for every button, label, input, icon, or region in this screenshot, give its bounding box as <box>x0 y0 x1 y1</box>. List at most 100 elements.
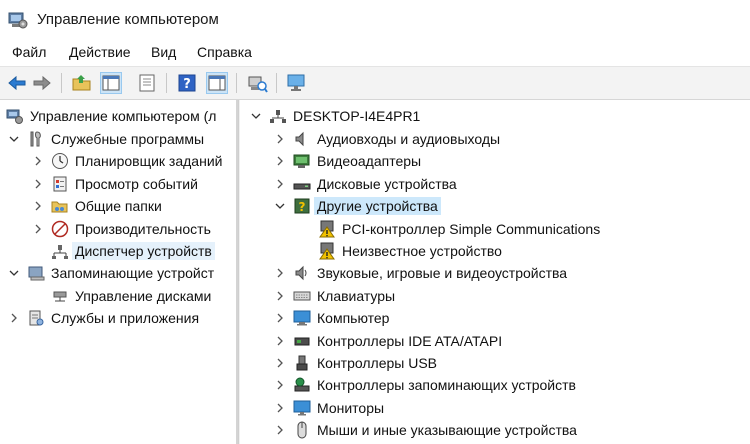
device-category-audio-io[interactable]: Аудиовходы и аудиовыходы <box>274 128 500 150</box>
device-category-ide[interactable]: Контроллеры IDE ATA/ATAPI <box>274 330 502 352</box>
computer-management-icon <box>8 10 28 30</box>
help-icon[interactable]: ? <box>176 72 198 94</box>
speaker-icon <box>293 130 311 148</box>
menu-file[interactable]: Файл <box>12 44 46 60</box>
device-category-sound[interactable]: Звуковые, игровые и видеоустройства <box>274 262 567 284</box>
chevron-right-icon[interactable] <box>274 290 286 302</box>
chevron-right-icon[interactable] <box>274 267 286 279</box>
chevron-right-icon[interactable] <box>32 223 44 235</box>
tree-item-device-manager[interactable]: Диспетчер устройств <box>51 240 215 262</box>
tree-item-event-viewer[interactable]: Просмотр событий <box>32 173 198 195</box>
chevron-right-icon[interactable] <box>274 178 286 190</box>
chevron-right-icon[interactable] <box>274 402 286 414</box>
chevron-right-icon[interactable] <box>32 155 44 167</box>
storage-controller-icon <box>293 376 311 394</box>
chevron-right-icon[interactable] <box>274 312 286 324</box>
device-category-label: Мыши и иные указывающие устройства <box>317 422 577 438</box>
device-category-other-devices[interactable]: ? Другие устройства <box>274 195 441 217</box>
menu-bar: Файл Действие Вид Справка <box>0 40 750 66</box>
device-unknown-device[interactable]: Неизвестное устройство <box>318 240 502 262</box>
device-category-label: Контроллеры USB <box>317 355 437 371</box>
tree-item-label: Управление компьютером (л <box>30 108 217 124</box>
tree-item-storage[interactable]: Запоминающие устройст <box>8 262 214 284</box>
chevron-right-icon[interactable] <box>274 379 286 391</box>
monitor-icon[interactable] <box>285 72 307 94</box>
device-category-video-adapters[interactable]: Видеоадаптеры <box>274 150 421 172</box>
tree-item-computer-management[interactable]: Управление компьютером (л <box>6 105 216 127</box>
tree-item-services-apps[interactable]: Службы и приложения <box>8 307 199 329</box>
console-tree: Управление компьютером (л Служебные прог… <box>0 100 238 444</box>
device-category-mice[interactable]: Мыши и иные указывающие устройства <box>274 419 577 441</box>
chevron-right-icon[interactable] <box>274 357 286 369</box>
performance-icon <box>51 220 69 238</box>
monitor-icon <box>293 399 311 417</box>
device-pci-controller[interactable]: PCI-контроллер Simple Communications <box>318 218 600 240</box>
menu-action[interactable]: Действие <box>69 44 131 60</box>
tree-item-label: Просмотр событий <box>75 176 198 192</box>
chevron-right-icon[interactable] <box>274 155 286 167</box>
chevron-down-icon[interactable] <box>8 133 20 145</box>
services-icon <box>27 309 45 327</box>
show-hide-tree-icon[interactable] <box>100 72 122 94</box>
warning-device-icon <box>318 220 336 238</box>
device-category-keyboards[interactable]: Клавиатуры <box>274 285 395 307</box>
tree-item-label: Службы и приложения <box>51 310 200 326</box>
unknown-device-icon: ? <box>293 197 311 215</box>
keyboard-icon <box>293 287 311 305</box>
event-log-icon <box>51 175 69 193</box>
chevron-right-icon[interactable] <box>274 424 286 436</box>
forward-arrow-icon[interactable] <box>31 72 53 94</box>
device-category-label: Компьютер <box>317 310 390 326</box>
chevron-down-icon[interactable] <box>250 110 262 122</box>
tree-item-label: Запоминающие устройст <box>51 265 215 281</box>
tree-item-label: Планировщик заданий <box>75 153 223 169</box>
device-category-label: Мониторы <box>317 400 385 416</box>
chevron-down-icon[interactable] <box>274 200 286 212</box>
tree-item-label: Управление дисками <box>75 288 212 304</box>
tree-item-label: Производительность <box>75 221 211 237</box>
chevron-right-icon[interactable] <box>274 133 286 145</box>
menu-view[interactable]: Вид <box>151 44 176 60</box>
device-category-label: Аудиовходы и аудиовыходы <box>317 131 501 147</box>
device-category-usb[interactable]: Контроллеры USB <box>274 352 437 374</box>
toolbar: ? <box>0 66 750 100</box>
device-category-computer[interactable]: Компьютер <box>274 307 389 329</box>
tree-item-label: Служебные программы <box>51 131 205 147</box>
tree-item-task-scheduler[interactable]: Планировщик заданий <box>32 150 222 172</box>
svg-text:?: ? <box>183 77 191 92</box>
chevron-right-icon[interactable] <box>32 200 44 212</box>
tree-item-performance[interactable]: Производительность <box>32 218 211 240</box>
device-category-storage-controllers[interactable]: Контроллеры запоминающих устройств <box>274 374 576 396</box>
device-category-label: Контроллеры запоминающих устройств <box>317 377 576 393</box>
toolbar-separator <box>166 73 167 93</box>
computer-name: DESKTOP-I4E4PR1 <box>293 108 421 124</box>
up-folder-icon[interactable] <box>71 72 93 94</box>
tree-item-system-tools[interactable]: Служебные программы <box>8 128 204 150</box>
disk-drive-icon <box>293 175 311 193</box>
chevron-right-icon[interactable] <box>274 335 286 347</box>
scan-hardware-icon[interactable] <box>246 72 268 94</box>
device-tree-root[interactable]: DESKTOP-I4E4PR1 <box>250 105 420 127</box>
computer-icon <box>293 309 311 327</box>
device-manager-icon <box>51 242 69 260</box>
menu-help[interactable]: Справка <box>197 44 252 60</box>
device-label: Неизвестное устройство <box>342 243 502 259</box>
chevron-right-icon[interactable] <box>8 312 20 324</box>
display-adapter-icon <box>293 152 311 170</box>
device-category-label: Контроллеры IDE ATA/ATAPI <box>317 333 503 349</box>
speaker-icon <box>293 264 311 282</box>
device-category-monitors[interactable]: Мониторы <box>274 397 384 419</box>
properties-icon[interactable] <box>136 72 158 94</box>
tree-item-label: Общие папки <box>75 198 162 214</box>
tree-item-disk-management[interactable]: Управление дисками <box>51 285 211 307</box>
tree-item-shared-folders[interactable]: Общие папки <box>32 195 162 217</box>
chevron-down-icon[interactable] <box>8 267 20 279</box>
computer-management-icon <box>6 107 24 125</box>
title-bar: Управление компьютером <box>0 0 750 40</box>
device-category-disk-drives[interactable]: Дисковые устройства <box>274 173 457 195</box>
action-pane-icon[interactable] <box>206 72 228 94</box>
clock-icon <box>51 152 69 170</box>
device-category-label: Видеоадаптеры <box>317 153 422 169</box>
chevron-right-icon[interactable] <box>32 178 44 190</box>
back-arrow-icon[interactable] <box>6 72 28 94</box>
